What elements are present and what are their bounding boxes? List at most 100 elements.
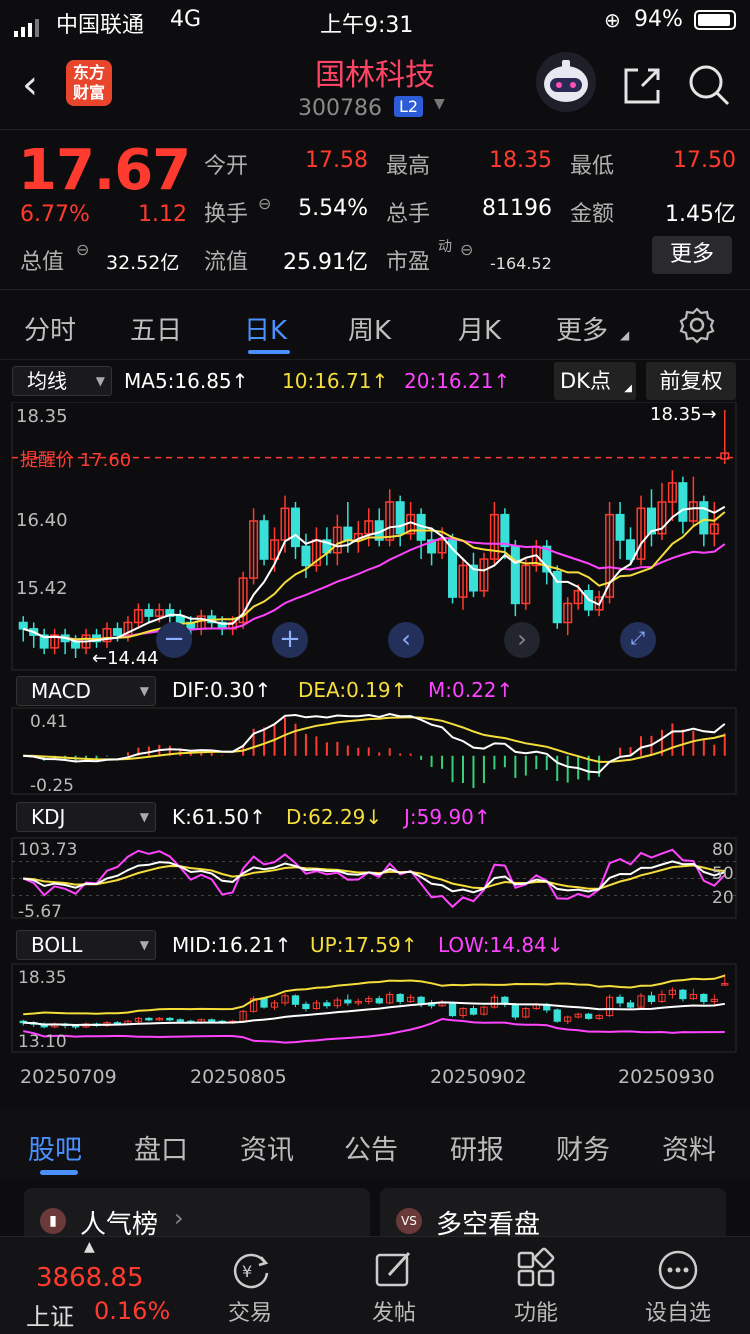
pe-sup: 动 xyxy=(438,239,452,255)
tab-news[interactable]: 资讯 xyxy=(240,1128,294,1167)
tab-more[interactable]: 更多 xyxy=(556,310,608,347)
kdj-area xyxy=(12,848,736,909)
index-value[interactable]: 3868.85 xyxy=(36,1263,144,1293)
k-value: K:61.50 xyxy=(172,805,250,829)
ma-selector[interactable]: 均线 ▼ xyxy=(12,366,112,396)
signal-icon xyxy=(14,12,42,37)
candle xyxy=(18,621,28,630)
tab-order-book[interactable]: 盘口 xyxy=(134,1128,188,1167)
low-value: 17.50 xyxy=(673,148,736,173)
nav-post[interactable] xyxy=(344,1247,444,1297)
index-pct[interactable]: 0.16% xyxy=(94,1297,170,1325)
settings-icon[interactable] xyxy=(678,306,716,348)
boll-selector-label: BOLL xyxy=(31,933,83,957)
up-legend: UP:17.59↑ xyxy=(310,933,418,957)
boll-candle xyxy=(291,995,300,1005)
open-label: 今开 xyxy=(204,154,249,179)
boll-y-bottom: 13.10 xyxy=(18,1032,67,1052)
date-label: 20250902 xyxy=(430,1066,527,1088)
more-quote-button[interactable]: 更多 xyxy=(652,236,732,274)
boll-selector[interactable]: BOLL ▼ xyxy=(16,930,156,960)
tab-daily-k[interactable]: 日K xyxy=(244,310,287,347)
candle xyxy=(343,526,353,541)
candle xyxy=(395,501,405,535)
dropdown-caret-icon: ▼ xyxy=(139,938,149,952)
last-price: 17.67 xyxy=(18,138,191,203)
scroll-left-button[interactable]: ‹ xyxy=(388,622,424,658)
tab-intraday[interactable]: 分时 xyxy=(24,310,76,347)
volume-label: 总手 xyxy=(386,202,431,227)
info-icon[interactable]: ⊖ xyxy=(460,240,473,259)
share-icon[interactable] xyxy=(620,64,664,112)
kdj-y-bottom: -5.67 xyxy=(18,902,62,922)
adjust-button[interactable]: 前复权 xyxy=(646,362,736,400)
macd-selector-label: MACD xyxy=(31,679,91,703)
level2-badge[interactable]: L2 xyxy=(394,96,424,117)
ma20-value: 20:16.21 xyxy=(404,369,494,393)
float-cap-label: 流值 xyxy=(204,250,249,275)
clock: 上午9:31 xyxy=(320,13,414,38)
ma-selector-label: 均线 xyxy=(27,369,67,393)
tab-profile[interactable]: 资料 xyxy=(662,1128,716,1167)
caret-icon: ◢ xyxy=(620,328,630,342)
boll-candle xyxy=(208,1019,216,1022)
y-axis-low: 15.42 xyxy=(16,578,68,599)
index-name[interactable]: 上证 xyxy=(26,1297,74,1332)
macd-selector[interactable]: MACD ▼ xyxy=(16,676,156,706)
kdj-ref-80: 80 xyxy=(712,840,734,860)
d-value: D:62.29 xyxy=(286,805,366,829)
ma10-legend: 10:16.71↑ xyxy=(282,369,389,393)
ma5-value: MA5:16.85 xyxy=(124,369,232,393)
dk-point-button[interactable]: DK点 ◢ xyxy=(554,362,636,400)
nav-watchlist[interactable] xyxy=(628,1247,728,1297)
kline-chart[interactable] xyxy=(0,402,750,1102)
m-value: M:0.22 xyxy=(428,678,497,702)
chevron-down-icon[interactable]: ▼ xyxy=(434,96,445,112)
dropdown-caret-icon: ▼ xyxy=(139,684,149,698)
boll-candle xyxy=(396,993,404,1002)
boll-candle xyxy=(626,1002,635,1008)
ma20-legend: 20:16.21↑ xyxy=(404,369,511,393)
j-value: J:59.90 xyxy=(404,805,474,829)
change-percent: 6.77% xyxy=(20,202,90,227)
search-icon[interactable] xyxy=(686,62,732,112)
boll-candle xyxy=(647,995,656,1002)
candle xyxy=(615,513,625,541)
mid-value: MID:16.21 xyxy=(172,933,275,957)
remind-price-label[interactable]: 提醒价 17.60 xyxy=(20,446,131,472)
tab-financials[interactable]: 财务 xyxy=(556,1128,610,1167)
macd-area xyxy=(23,712,726,788)
min-price-value: 14.44 xyxy=(107,648,159,669)
boll-candle xyxy=(511,1003,519,1018)
nav-functions[interactable] xyxy=(486,1247,586,1297)
edit-icon xyxy=(375,1251,411,1287)
kdj-selector[interactable]: KDJ ▼ xyxy=(16,802,156,832)
tab-forum[interactable]: 股吧 xyxy=(28,1128,82,1167)
zoom-out-button[interactable]: − xyxy=(156,622,192,658)
kdj-ref-20: 20 xyxy=(712,888,734,908)
date-label: 20250805 xyxy=(190,1066,287,1088)
robot-assistant-icon[interactable] xyxy=(536,52,596,112)
nav-trade[interactable]: ¥ xyxy=(200,1247,300,1297)
zoom-in-button[interactable]: + xyxy=(272,622,308,658)
boll-candle xyxy=(302,1003,310,1010)
scroll-right-button[interactable]: › xyxy=(504,622,540,658)
boll-candle xyxy=(616,996,624,1004)
amount-label: 金额 xyxy=(570,202,615,227)
tab-research[interactable]: 研报 xyxy=(450,1128,504,1167)
info-icon[interactable]: ⊖ xyxy=(258,194,271,213)
tab-weekly-k[interactable]: 周K xyxy=(348,310,391,347)
fullscreen-icon[interactable]: ⤢ xyxy=(620,622,656,658)
candle xyxy=(678,482,688,522)
tab-monthly-k[interactable]: 月K xyxy=(458,310,501,347)
tab-five-day[interactable]: 五日 xyxy=(130,310,182,347)
tab-announcements[interactable]: 公告 xyxy=(344,1128,398,1167)
battery-icon xyxy=(694,10,736,30)
info-icon[interactable]: ⊖ xyxy=(76,240,89,259)
dropdown-caret-icon: ▼ xyxy=(139,810,149,824)
open-value: 17.58 xyxy=(305,148,368,173)
carrier-label: 中国联通 xyxy=(56,13,145,38)
boll-candle xyxy=(375,998,383,1004)
boll-candle xyxy=(145,1017,153,1021)
period-tabs: 分时 五日 日K 周K 月K 更多 ◢ xyxy=(0,292,750,360)
